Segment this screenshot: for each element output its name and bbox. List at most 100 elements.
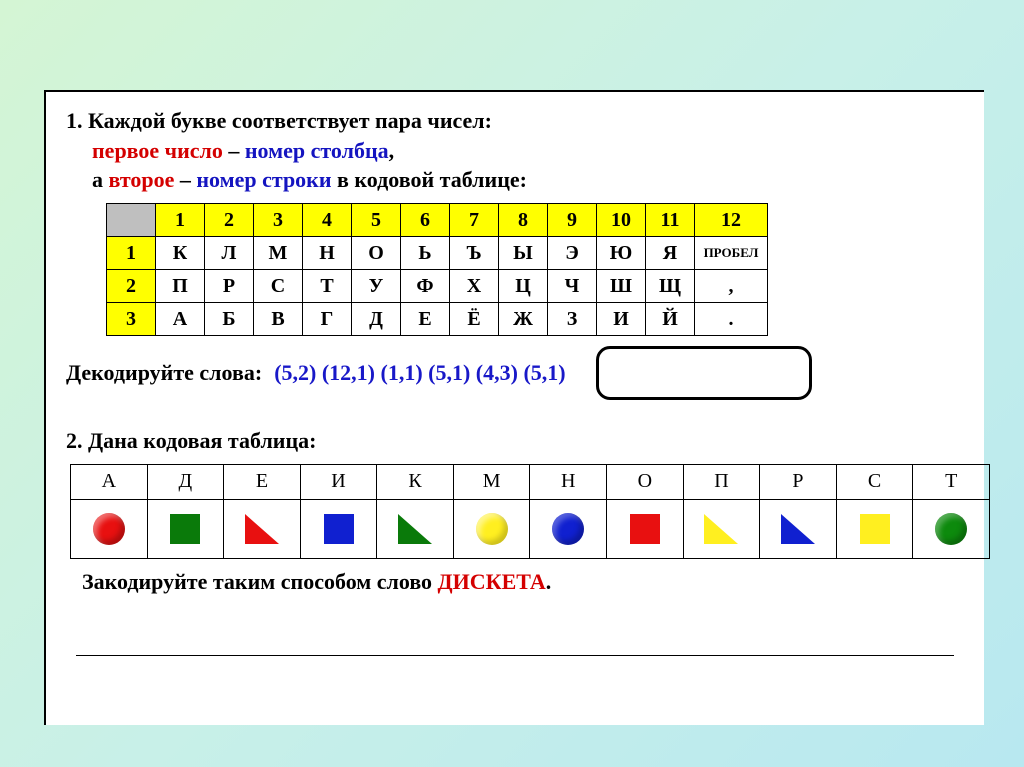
decode-label: Декодируйте слова: [66,360,262,386]
answer-box[interactable] [596,346,812,400]
cell: Х [450,270,499,303]
cell: Г [303,303,352,336]
cell: С [254,270,303,303]
cell: Р [205,270,254,303]
col-header: 9 [548,204,597,237]
first-number: первое число [92,138,223,163]
triangle-green-icon [398,514,432,544]
circle-blue-icon [552,513,584,545]
task2-num: 2. [66,428,83,453]
cell: Ш [597,270,646,303]
cell: Э [548,237,597,270]
square-red-icon [630,514,660,544]
task1-line1: 1. Каждой букве соответствует пара чисел… [66,106,964,136]
cell: О [352,237,401,270]
shape-cell [71,499,148,558]
cell: , [695,270,768,303]
shape-cell [760,499,837,558]
cell: Ё [450,303,499,336]
worksheet: 1. Каждой букве соответствует пара чисел… [44,90,984,725]
shape-cell [300,499,377,558]
cell: Д [352,303,401,336]
square-green-icon [170,514,200,544]
cell: В [254,303,303,336]
shape-cell [836,499,913,558]
row-number: номер строки [196,167,331,192]
table-row: 3 А Б В Г Д Е Ё Ж З И Й . [107,303,768,336]
triangle-blue-icon [781,514,815,544]
cell: П [156,270,205,303]
row-header: 1 [107,237,156,270]
shape-table: А Д Е И К М Н О П Р С Т [70,464,990,559]
col-header: 6 [401,204,450,237]
shape-cell [530,499,607,558]
square-yellow-icon [860,514,890,544]
circle-green-icon [935,513,967,545]
target-word: ДИСКЕТА [438,569,546,594]
task1-line3: а второе – номер строки в кодовой таблиц… [92,165,964,195]
task2-line: 2. Дана кодовая таблица: [66,426,964,456]
code-table: 1 2 3 4 5 6 7 8 9 10 11 12 1 К Л М Н О Ь… [106,203,768,336]
table-row [71,499,990,558]
task1-text1: Каждой букве соответствует пара чисел: [88,108,492,133]
letter-cell: П [683,464,760,499]
shape-cell [683,499,760,558]
cell: Я [646,237,695,270]
table-row: 1 2 3 4 5 6 7 8 9 10 11 12 [107,204,768,237]
shape-cell [147,499,224,558]
col-header: 12 [695,204,768,237]
corner-cell [107,204,156,237]
second: второе [109,167,175,192]
letter-cell: К [377,464,454,499]
task1-num: 1. [66,108,83,133]
cell: Ц [499,270,548,303]
row-header: 2 [107,270,156,303]
cell: Ю [597,237,646,270]
shape-cell [453,499,530,558]
cell: Ъ [450,237,499,270]
cell: ПРОБЕЛ [695,237,768,270]
col-header: 1 [156,204,205,237]
cell: К [156,237,205,270]
cell: Ф [401,270,450,303]
col-header: 4 [303,204,352,237]
circle-red-icon [93,513,125,545]
row-header: 3 [107,303,156,336]
cell: М [254,237,303,270]
letter-cell: Е [224,464,301,499]
triangle-yellow-icon [704,514,738,544]
letter-cell: Н [530,464,607,499]
col-header: 3 [254,204,303,237]
cell: Е [401,303,450,336]
col-header: 2 [205,204,254,237]
shape-cell [607,499,684,558]
cell: Ь [401,237,450,270]
table-row: А Д Е И К М Н О П Р С Т [71,464,990,499]
cell: Ч [548,270,597,303]
col-header: 10 [597,204,646,237]
cell: . [695,303,768,336]
decode-codes: (5,2) (12,1) (1,1) (5,1) (4,3) (5,1) [274,360,565,386]
letter-cell: М [453,464,530,499]
col-header: 7 [450,204,499,237]
task2-title: Дана кодовая таблица: [88,428,316,453]
cell: Т [303,270,352,303]
shape-cell [377,499,454,558]
letter-cell: О [607,464,684,499]
column-number: номер столбца [245,138,389,163]
shape-cell [224,499,301,558]
cell: И [597,303,646,336]
letter-cell: И [300,464,377,499]
cell: Ж [499,303,548,336]
cell: Л [205,237,254,270]
cell: Н [303,237,352,270]
letter-cell: Р [760,464,837,499]
shape-cell [913,499,990,558]
letter-cell: А [71,464,148,499]
letter-cell: С [836,464,913,499]
square-blue-icon [324,514,354,544]
cell: З [548,303,597,336]
triangle-red-icon [245,514,279,544]
cell: А [156,303,205,336]
cell: Б [205,303,254,336]
